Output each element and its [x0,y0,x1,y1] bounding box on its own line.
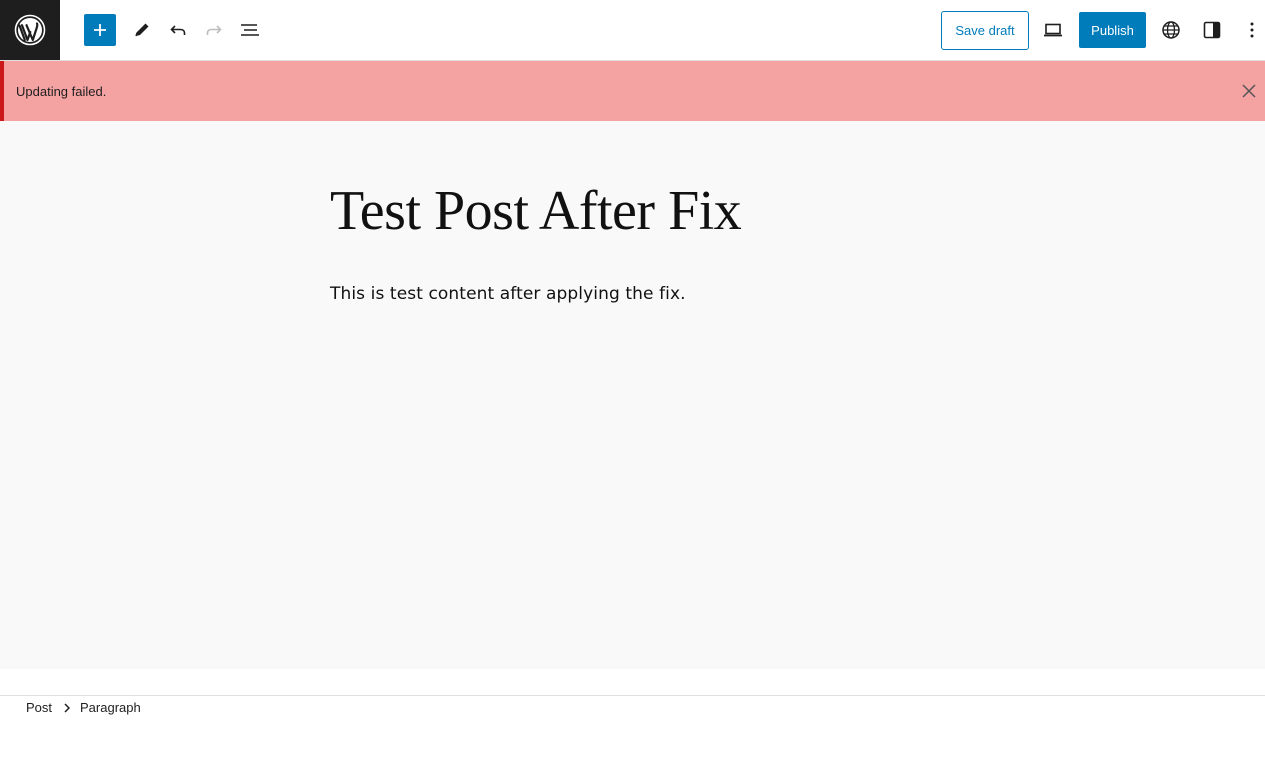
plus-icon [94,24,106,36]
redo-button[interactable] [196,12,232,48]
laptop-icon [1044,23,1062,37]
breadcrumb-item-paragraph[interactable]: Paragraph [80,700,141,715]
view-site-button[interactable] [1153,12,1189,48]
undo-button[interactable] [160,12,196,48]
breadcrumb-item-post[interactable]: Post [26,700,52,715]
editor-header: Save draft Publish [0,0,1265,61]
error-notice: Updating failed. [0,61,1265,121]
breadcrumb: Post Paragraph [26,700,141,715]
preview-button[interactable] [1035,12,1071,48]
undo-icon [170,25,186,35]
more-vertical-icon [1250,22,1254,38]
publish-button[interactable]: Publish [1079,12,1146,48]
pencil-icon [135,23,149,37]
tools-button[interactable] [124,12,160,48]
redo-icon [206,25,222,35]
add-block-button[interactable] [84,14,116,46]
editor-footer: Post Paragraph [0,669,1265,775]
close-icon [1242,84,1256,98]
globe-icon [1162,21,1180,39]
sidebar-toggle-icon [1203,21,1221,39]
list-view-icon [241,24,259,36]
chevron-right-icon [64,702,71,713]
footer-divider [0,695,1265,696]
options-button[interactable] [1234,12,1265,48]
document-overview-button[interactable] [232,12,268,48]
notice-message: Updating failed. [16,83,107,99]
paragraph-block[interactable]: This is test content after applying the … [330,284,686,304]
wordpress-logo-button[interactable] [0,0,60,60]
wordpress-logo-icon [14,14,46,46]
settings-button[interactable] [1194,12,1230,48]
post-title[interactable]: Test Post After Fix [330,179,742,243]
dismiss-notice-button[interactable] [1238,80,1260,102]
editor-canvas: Test Post After Fix This is test content… [0,121,1265,669]
save-draft-button[interactable]: Save draft [941,11,1029,50]
